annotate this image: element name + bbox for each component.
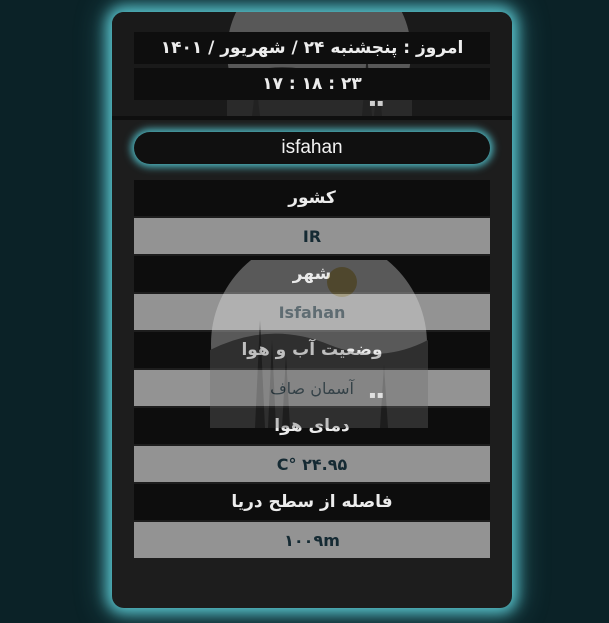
clock-display: ۲۳ : ۱۸ : ۱۷ [134, 68, 490, 100]
city-label: شهر [134, 256, 490, 294]
country-value: IR [134, 218, 490, 256]
dots-icon: ▪▪ [369, 98, 385, 109]
dots-icon: ▪▪ [369, 390, 385, 401]
sea-level-value: ۱۰۰۹m [134, 522, 490, 560]
condition-value: آسمان صاف [134, 370, 490, 408]
weather-card: امروز : پنجشنبه ۲۴ / شهریور / ۱۴۰۱ ۲۳ : … [112, 12, 512, 608]
weather-info-list: کشور IR شهر Isfahan وضعیت آب و هوا آسمان… [134, 180, 490, 560]
temperature-label: دمای هوا [134, 408, 490, 446]
city-search-box[interactable] [134, 132, 490, 164]
divider [112, 116, 512, 120]
date-display: امروز : پنجشنبه ۲۴ / شهریور / ۱۴۰۱ [134, 32, 490, 64]
condition-label: وضعیت آب و هوا [134, 332, 490, 370]
country-label: کشور [134, 180, 490, 218]
city-search-input[interactable] [160, 136, 464, 160]
night-landscape-illustration [227, 12, 412, 116]
sea-level-label: فاصله از سطح دریا [134, 484, 490, 522]
city-value: Isfahan [134, 294, 490, 332]
temperature-value: ۲۴.۹۵ °C [134, 446, 490, 484]
